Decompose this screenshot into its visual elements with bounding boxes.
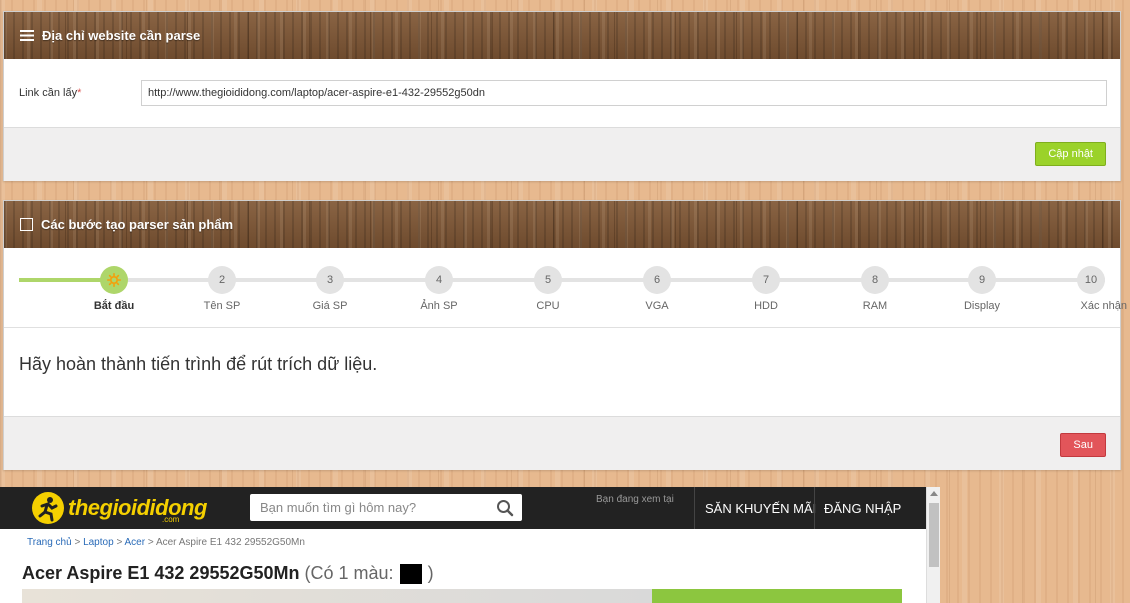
step-label: Giá SP: [312, 300, 348, 312]
site-logo[interactable]: thegioididong: [32, 492, 207, 524]
step-circle: 6: [643, 266, 671, 294]
nav-login-link[interactable]: ĐĂNG NHẬP: [824, 501, 901, 516]
required-mark: *: [77, 87, 82, 99]
step-label: Bắt đầu: [93, 300, 135, 312]
progress-stepper: Bắt đầu 2 Tên SP 3 Giá SP 4 Ảnh SP 5 CPU…: [4, 248, 1127, 328]
step-circle: 8: [861, 266, 889, 294]
site-search-input[interactable]: Bạn muốn tìm gì hôm nay?: [250, 494, 522, 521]
step-circle: 3: [316, 266, 344, 294]
gear-icon: [107, 273, 121, 287]
parser-steps-panel: Các bước tạo parser sản phẩm Bắt đầu 2 T…: [3, 200, 1127, 470]
product-colors: (Có 1 màu:): [304, 563, 434, 585]
link-label-text: Link cần lấy: [19, 87, 78, 99]
next-button[interactable]: Sau: [1060, 433, 1106, 457]
site-header: thegioididong .com Bạn muốn tìm gì hôm n…: [0, 487, 926, 529]
parser-steps-panel-footer: Sau: [4, 416, 1120, 470]
step-circle: [100, 266, 128, 294]
website-url-panel-title: Địa chỉ website cần parse: [42, 28, 201, 43]
menu-lines-icon: [20, 30, 34, 41]
promo-banner: [652, 589, 902, 603]
update-button[interactable]: Cập nhật: [1035, 142, 1106, 166]
website-url-panel: Địa chỉ website cần parse Link cần lấy* …: [3, 11, 1121, 181]
scroll-up-arrow-icon[interactable]: [930, 491, 938, 496]
nav-divider: [694, 487, 695, 529]
stepper-track: [19, 278, 1105, 282]
link-input[interactable]: http://www.thegioididong.com/laptop/acer…: [141, 80, 1107, 106]
product-image-area: [22, 589, 652, 603]
logo-runner-icon: [32, 492, 64, 524]
site-search-placeholder: Bạn muốn tìm gì hôm nay?: [260, 500, 417, 515]
step-circle: 2: [208, 266, 236, 294]
breadcrumb-laptop[interactable]: Laptop: [83, 537, 114, 548]
step-label: HDD: [754, 300, 778, 312]
breadcrumb-acer[interactable]: Acer: [125, 537, 146, 548]
step-label: Xác nhận: [1080, 300, 1127, 312]
colors-prefix: (Có 1 màu:: [304, 563, 394, 583]
step-circle: 4: [425, 266, 453, 294]
website-url-panel-header: Địa chỉ website cần parse: [4, 12, 1120, 59]
breadcrumb: Trang chủ > Laptop > Acer > Acer Aspire …: [27, 537, 305, 548]
divider: [4, 327, 1120, 328]
step-circle: 5: [534, 266, 562, 294]
nav-divider: [814, 487, 815, 529]
breadcrumb-home[interactable]: Trang chủ: [27, 537, 72, 548]
step-label: RAM: [862, 300, 888, 312]
link-field-label: Link cần lấy*: [19, 87, 81, 99]
instruction-message: Hãy hoàn thành tiến trình để rút trích d…: [19, 354, 378, 374]
step-circle: 7: [752, 266, 780, 294]
color-swatch-black[interactable]: [399, 564, 422, 585]
step-label: VGA: [645, 300, 669, 312]
step-label: CPU: [536, 300, 560, 312]
parser-steps-panel-title: Các bước tạo parser sản phẩm: [41, 217, 234, 232]
step-label: Ảnh SP: [420, 300, 458, 312]
breadcrumb-separator: >: [147, 537, 154, 548]
colors-suffix: ): [427, 563, 434, 583]
product-title: Acer Aspire E1 432 29552G50Mn (Có 1 màu:…: [22, 563, 434, 585]
step-circle: 9: [968, 266, 996, 294]
nav-promotions-link[interactable]: SĂN KHUYẾN MÃI: [705, 501, 816, 516]
logo-domain: .com: [162, 515, 180, 524]
step-circle: 10: [1077, 266, 1105, 294]
breadcrumb-current: Acer Aspire E1 432 29552G50Mn: [155, 537, 305, 548]
breadcrumb-separator: >: [74, 537, 81, 548]
breadcrumb-separator: >: [116, 537, 123, 548]
logo-text: thegioididong: [68, 495, 207, 520]
parser-steps-panel-header: Các bước tạo parser sản phẩm: [4, 201, 1120, 248]
search-icon[interactable]: [496, 499, 514, 526]
product-name: Acer Aspire E1 432 29552G50Mn: [22, 563, 300, 583]
website-url-panel-footer: Cập nhật: [4, 127, 1120, 181]
preview-scrollbar[interactable]: [926, 487, 940, 603]
website-preview-frame[interactable]: thegioididong .com Bạn muốn tìm gì hôm n…: [0, 487, 940, 603]
scroll-thumb[interactable]: [929, 503, 939, 567]
viewing-location-label: Bạn đang xem tại: [596, 494, 674, 505]
step-label: Tên SP: [203, 300, 241, 312]
checkbox-icon[interactable]: [20, 218, 33, 231]
step-label: Display: [963, 300, 1001, 312]
